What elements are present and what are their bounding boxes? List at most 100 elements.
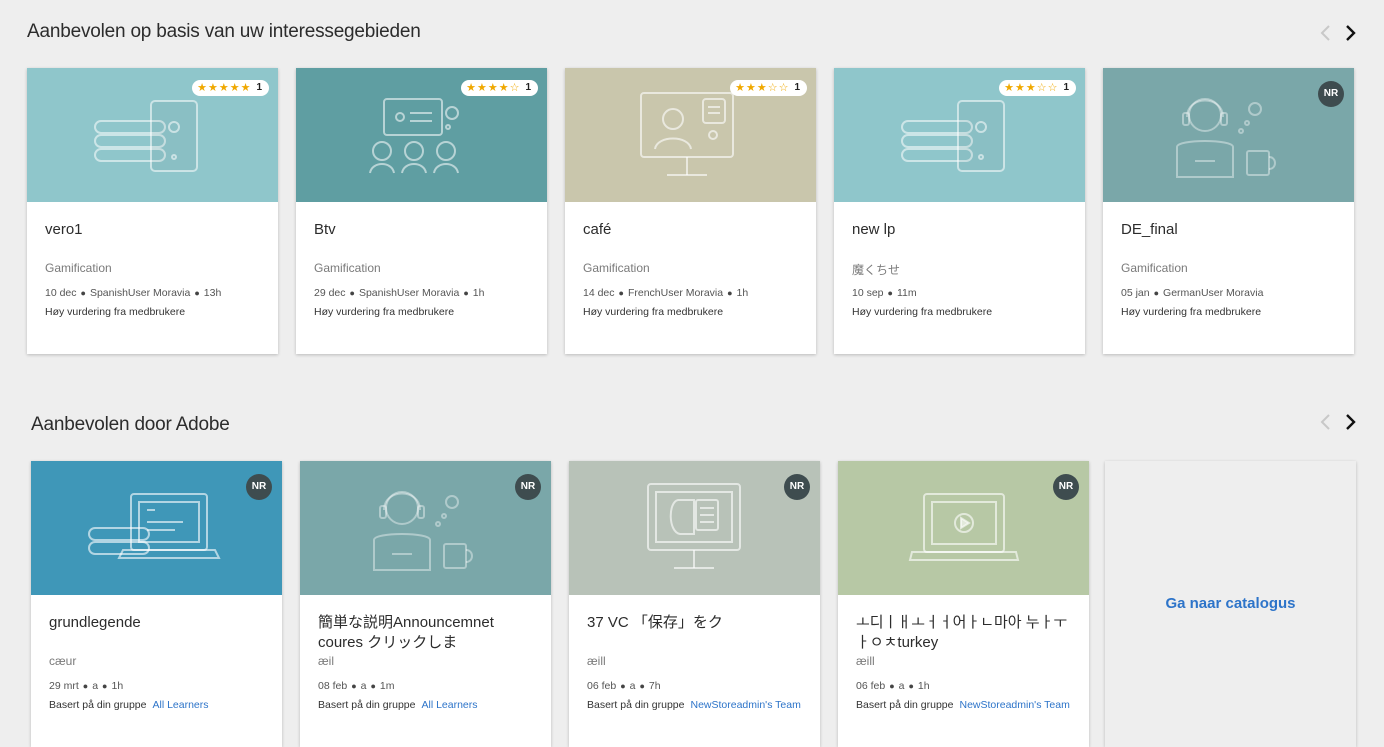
card-thumbnail: NR [31, 461, 282, 595]
card-title[interactable]: DE_final [1121, 220, 1340, 240]
nr-badge: NR [246, 474, 272, 500]
star-icon: ★ [1014, 82, 1025, 94]
star-icon: ★ [498, 82, 509, 94]
rating-count: 1 [525, 82, 531, 93]
card-thumbnail: ★ ★ ★ ★ ☆ 1 [296, 68, 547, 202]
card-title[interactable]: grundlegende [49, 613, 268, 633]
card-date: 08 feb [318, 680, 348, 692]
card-thumbnail: ★ ★ ★ ★ ★ 1 [27, 68, 278, 202]
card-date: 06 feb [856, 680, 886, 692]
card-author: a [898, 680, 905, 692]
rating-badge: ★ ★ ★ ☆ ☆ 1 [730, 80, 807, 96]
card-rec: Høy vurdering fra medbrukere [583, 306, 723, 318]
nr-badge: NR [1053, 474, 1079, 500]
card-recommendation: Basert på din gruppe [318, 699, 416, 711]
course-card[interactable]: ★ ★ ★ ☆ ☆ 1 new lp 魔くちせ 10 sep ● 11m Høy vurdering … [834, 68, 1085, 354]
card-author: SpanishUser Moravia [358, 287, 460, 299]
card-meta: 10 dec ● SpanishUser Moravia ● 13h [45, 287, 222, 299]
course-card[interactable]: ★ ★ ★ ★ ☆ 1 Btv Gamification 29 dec ● SpanishUser … [296, 68, 547, 354]
card-recommendation: Høy vurdering fra medbrukere [583, 306, 724, 318]
card-title[interactable]: 37 VC 「保存」をク [587, 613, 806, 633]
group-link[interactable]: All Learners [152, 699, 208, 711]
catalog-card[interactable]: Ga naar catalogus [1105, 461, 1356, 747]
star-icon: ★ [240, 82, 251, 94]
card-title[interactable]: Btv [314, 220, 533, 240]
card-type: cæur [49, 654, 77, 668]
course-card[interactable]: NR ㅗ디ㅣㅐㅗㅓㅓ어ㅏㄴ마아 누ㅏㅜㅏㅇㅊturkey æill 06 feb ● a ●… [838, 461, 1089, 747]
course-card[interactable]: NR 簡単な説明Announcemnet coures クリックしま æil 08 f… [300, 461, 551, 747]
chevron-right-icon[interactable] [1340, 21, 1360, 45]
card-recommendation: Høy vurdering fra medbrukere [314, 306, 455, 318]
group-link[interactable]: NewStoreadmin's Team [690, 699, 800, 711]
card-title[interactable]: new lp [852, 220, 1071, 240]
card-author: GermanUser Moravia [1163, 287, 1264, 299]
group-link[interactable]: NewStoreadmin's Team [959, 699, 1069, 711]
card-title[interactable]: vero1 [45, 220, 264, 240]
star-icon: ☆ [767, 82, 778, 94]
card-thumbnail: ★ ★ ★ ☆ ☆ 1 [565, 68, 816, 202]
rating-count: 1 [794, 82, 800, 93]
course-card[interactable]: ★ ★ ★ ☆ ☆ 1 café Gamification 14 dec ● FrenchUser … [565, 68, 816, 354]
card-title[interactable]: ㅗ디ㅣㅐㅗㅓㅓ어ㅏㄴ마아 누ㅏㅜㅏㅇㅊturkey [856, 613, 1075, 653]
card-recommendation: Basert på din gruppe [856, 699, 954, 711]
course-card[interactable]: NR 37 VC 「保存」をク æill 06 feb ● a ● 7h Basert på d… [569, 461, 820, 747]
star-icon: ★ [1004, 82, 1014, 94]
card-type: Gamification [583, 261, 650, 275]
star-icon: ★ [1025, 82, 1036, 94]
star-icon: ★ [476, 82, 487, 94]
card-date: 10 sep [852, 287, 884, 299]
card-author: SpanishUser Moravia [89, 287, 191, 299]
card-duration: 7h [648, 680, 661, 692]
card-thumbnail: NR [838, 461, 1089, 595]
card-date: 05 jan [1121, 287, 1150, 299]
course-card[interactable]: NR DE_final Gamification 05 jan ● GermanUser … [1103, 68, 1354, 354]
course-card[interactable]: NR grundlegende cæur 29 mrt ● a ● 1h Basert på d… [31, 461, 282, 747]
catalog-link[interactable]: Ga naar catalogus [1105, 595, 1356, 612]
star-icon: ★ [735, 82, 745, 94]
card-meta: 06 feb ● a ● 7h [587, 680, 661, 692]
star-icon: ☆ [778, 82, 789, 94]
card-duration: 13h [203, 287, 222, 299]
star-icon: ★ [756, 82, 767, 94]
card-type: æill [587, 654, 606, 668]
card-type: Gamification [1121, 261, 1188, 275]
card-meta: 06 feb ● a ● 1h [856, 680, 930, 692]
chevron-left-icon[interactable] [1316, 410, 1336, 434]
card-rec: Basert på din gruppe NewStoreadmin's Team [587, 699, 801, 711]
card-rec: Basert på din gruppe NewStoreadmin's Team [856, 699, 1070, 711]
star-icon: ☆ [1047, 82, 1058, 94]
card-type: 魔くちせ [852, 263, 901, 277]
card-meta: 08 feb ● a ● 1m [318, 680, 395, 692]
card-type: Gamification [314, 261, 381, 275]
card-meta: 14 dec ● FrenchUser Moravia ● 1h [583, 287, 749, 299]
card-date: 10 dec [45, 287, 77, 299]
rating-count: 1 [1063, 82, 1069, 93]
course-card[interactable]: ★ ★ ★ ★ ★ 1 vero1 Gamification 10 dec ● SpanishUse… [27, 68, 278, 354]
star-icon: ☆ [1036, 82, 1047, 94]
card-title[interactable]: café [583, 220, 802, 240]
card-rec: Basert på din gruppe All Learners [318, 699, 478, 711]
chevron-right-icon[interactable] [1340, 410, 1360, 434]
star-icon: ★ [487, 82, 498, 94]
nr-badge: NR [1318, 81, 1344, 107]
card-meta: 29 mrt ● a ● 1h [49, 680, 124, 692]
card-author: a [360, 680, 367, 692]
card-rec: Høy vurdering fra medbrukere [45, 306, 185, 318]
card-author: a [92, 680, 99, 692]
rating-badge: ★ ★ ★ ★ ☆ 1 [461, 80, 538, 96]
card-date: 29 dec [314, 287, 346, 299]
card-type: æill [856, 654, 875, 668]
star-icon: ★ [218, 82, 229, 94]
chevron-left-icon[interactable] [1316, 21, 1336, 45]
card-duration: 1h [472, 287, 485, 299]
section-title: Aanbevolen door Adobe [31, 414, 230, 435]
card-duration: 1h [736, 287, 749, 299]
card-thumbnail: NR [300, 461, 551, 595]
card-date: 29 mrt [49, 680, 79, 692]
card-title[interactable]: 簡単な説明Announcemnet coures クリックしま [318, 613, 537, 653]
card-duration: 1m [379, 680, 395, 692]
group-link[interactable]: All Learners [421, 699, 477, 711]
card-recommendation: Basert på din gruppe [587, 699, 685, 711]
card-author: FrenchUser Moravia [627, 287, 724, 299]
star-icon: ★ [229, 82, 240, 94]
